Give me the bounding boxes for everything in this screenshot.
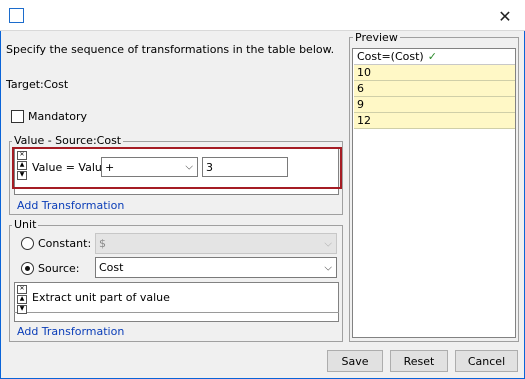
unit-row-controls: ✕ ▲ ▼	[17, 285, 27, 315]
constant-select[interactable]: $ ⌵	[95, 233, 337, 254]
unit-transformation-text: Extract unit part of value	[32, 291, 170, 304]
close-button[interactable]: ✕	[490, 4, 520, 28]
preview-header: Cost=(Cost) ✓	[354, 49, 515, 65]
mandatory-checkbox[interactable]	[11, 110, 24, 123]
chevron-down-icon: ⌵	[324, 238, 332, 249]
preview-row: 9	[354, 97, 515, 113]
save-button[interactable]: Save	[327, 350, 383, 372]
preview-legend: Preview	[353, 31, 400, 44]
check-icon: ✓	[427, 50, 437, 63]
source-radio[interactable]	[21, 262, 34, 275]
highlight-box	[12, 147, 342, 189]
unit-add-transformation-link[interactable]: Add Transformation	[17, 325, 124, 338]
value-group-legend: Value - Source:Cost	[12, 134, 124, 147]
preview-table: Cost=(Cost) ✓ 10 6 9 12	[352, 48, 516, 338]
remove-row-icon[interactable]: ✕	[17, 285, 27, 294]
preview-row: 6	[354, 81, 515, 97]
app-icon	[9, 8, 24, 23]
preview-row: 12	[354, 113, 515, 129]
source-label: Source:	[38, 262, 80, 275]
table-divider	[14, 312, 339, 313]
move-down-icon[interactable]: ▼	[17, 305, 27, 314]
move-up-icon[interactable]: ▲	[17, 295, 27, 304]
preview-row: 10	[354, 65, 515, 81]
unit-group-legend: Unit	[12, 218, 39, 231]
target-label: Target:Cost	[6, 78, 69, 91]
instructions-text: Specify the sequence of transformations …	[6, 43, 335, 56]
value-add-transformation-link[interactable]: Add Transformation	[17, 199, 124, 212]
reset-button[interactable]: Reset	[390, 350, 448, 372]
cancel-button[interactable]: Cancel	[455, 350, 518, 372]
title-bar	[0, 0, 525, 31]
constant-value: $	[99, 237, 106, 250]
source-select[interactable]: Cost ⌵	[95, 257, 337, 278]
mandatory-label: Mandatory	[28, 110, 88, 123]
constant-label: Constant:	[38, 237, 92, 250]
preview-header-text: Cost=(Cost)	[357, 50, 424, 63]
constant-radio[interactable]	[21, 237, 34, 250]
chevron-down-icon: ⌵	[324, 262, 332, 273]
source-value: Cost	[99, 261, 124, 274]
